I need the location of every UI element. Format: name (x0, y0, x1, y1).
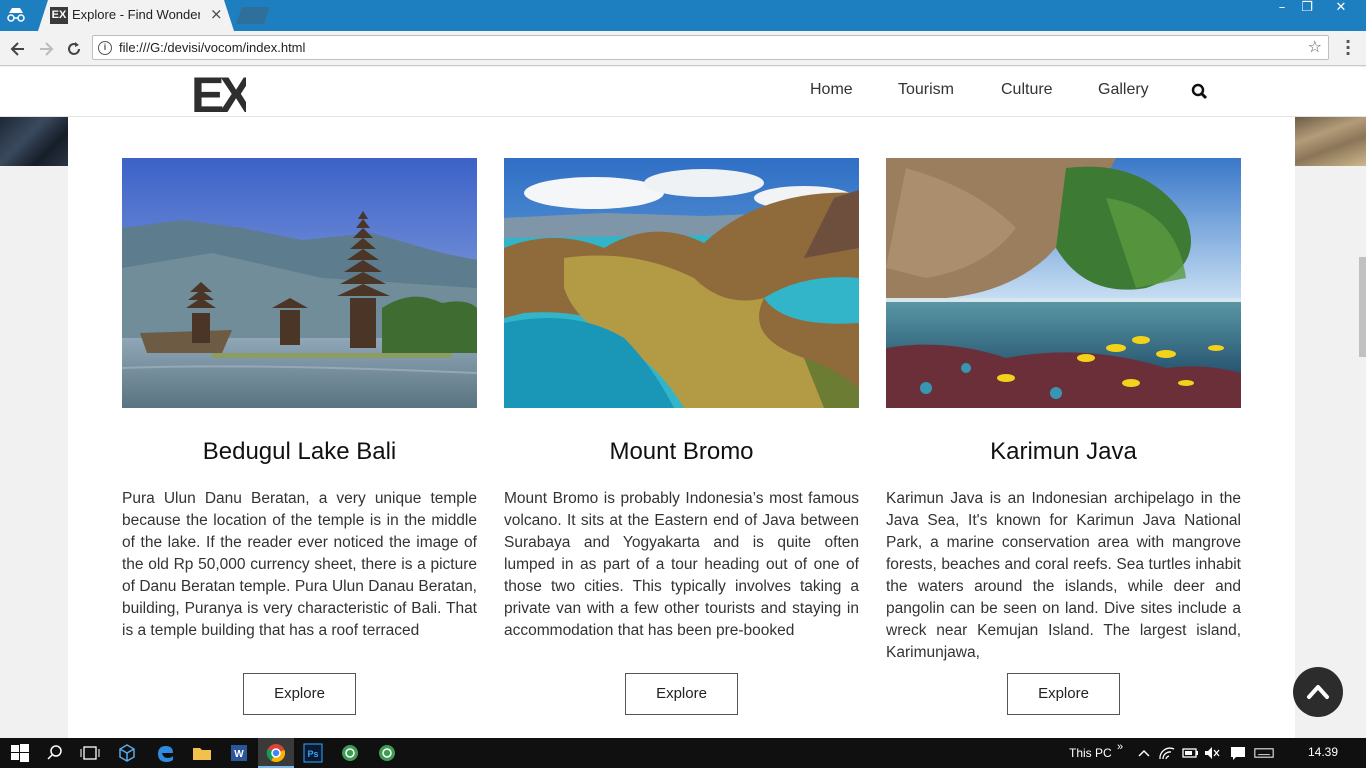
incognito-icon[interactable] (6, 7, 26, 23)
svg-text:W: W (234, 749, 244, 760)
card-title: Karimun Java (990, 438, 1137, 465)
this-pc-label[interactable]: This PC (1069, 746, 1112, 760)
info-icon[interactable]: i (98, 41, 112, 55)
destination-card: Karimun Java Karimun Java is an Indonesi… (886, 158, 1241, 664)
app-green-icon-2[interactable] (377, 743, 397, 763)
hero-image-left (0, 117, 68, 166)
word-icon[interactable]: W (229, 743, 249, 763)
search-taskbar-icon[interactable] (45, 743, 65, 763)
battery-icon[interactable] (1180, 743, 1200, 763)
card-title: Bedugul Lake Bali (202, 438, 397, 465)
back-to-top-button[interactable] (1293, 667, 1343, 717)
hero-image-right (1295, 117, 1366, 166)
photoshop-icon[interactable]: Ps (303, 743, 323, 763)
card-description: Karimun Java is an Indonesian archipelag… (886, 490, 1241, 661)
card-title: Mount Bromo (609, 438, 754, 465)
svg-text:Ps: Ps (307, 749, 318, 759)
search-icon[interactable] (1191, 83, 1208, 100)
notification-icon[interactable] (1228, 743, 1248, 763)
destination-card: Mount Bromo Mount Bromo is probably Indo… (504, 158, 859, 664)
tab-title[interactable]: Explore - Find Wonderful (72, 7, 200, 22)
task-view-icon[interactable] (80, 743, 100, 763)
close-window-button[interactable]: ✕ (1326, 0, 1356, 18)
url-text[interactable]: file:///G:/devisi/vocom/index.html (119, 40, 305, 55)
card-description: Mount Bromo is probably Indonesia’s most… (504, 490, 859, 639)
karimun-java-image[interactable] (886, 158, 1241, 408)
app-green-icon[interactable] (340, 743, 360, 763)
forward-icon[interactable] (36, 39, 56, 59)
nav-gallery[interactable]: Gallery (1098, 81, 1149, 99)
logo-text: EX (191, 70, 246, 115)
destination-card: Bedugul Lake Bali Pura Ulun Danu Beratan… (121, 158, 478, 664)
toolbar-expand-icon[interactable]: » (1117, 741, 1123, 753)
address-bar[interactable]: i file:///G:/devisi/vocom/index.html ☆ (92, 35, 1329, 60)
windows-taskbar: W Ps This PC » 14.39 (0, 738, 1366, 768)
site-navbar: EX Home Tourism Culture Gallery (0, 67, 1366, 117)
explore-button-bedugul[interactable]: Explore (243, 673, 356, 715)
nav-culture[interactable]: Culture (1001, 81, 1053, 99)
tab-close-icon[interactable]: × (210, 5, 223, 23)
nav-tourism[interactable]: Tourism (898, 81, 954, 99)
windows-icon[interactable] (10, 743, 30, 763)
file-explorer-icon[interactable] (192, 743, 212, 763)
tab-strip: EX Explore - Find Wonderful × – ❐ ✕ (0, 0, 1366, 31)
main-content: Bedugul Lake Bali Pura Ulun Danu Beratan… (68, 117, 1295, 738)
explore-button-bromo[interactable]: Explore (625, 673, 738, 715)
browser-toolbar: i file:///G:/devisi/vocom/index.html ☆ ·… (0, 31, 1366, 66)
clock-time[interactable]: 14.39 (1308, 745, 1338, 759)
volume-muted-icon[interactable] (1202, 743, 1222, 763)
card-description: Pura Ulun Danu Beratan, a very unique te… (122, 490, 477, 639)
network-icon[interactable] (1157, 743, 1177, 763)
nav-home[interactable]: Home (810, 81, 853, 99)
edge-icon[interactable] (155, 743, 175, 763)
tab-favicon: EX (50, 7, 68, 24)
chrome-icon[interactable] (266, 743, 286, 763)
menu-icon[interactable]: · · · (1343, 34, 1353, 62)
site-logo[interactable]: EX (191, 70, 246, 115)
mount-bromo-image[interactable] (504, 158, 859, 408)
new-tab-button[interactable] (236, 7, 270, 24)
scrollbar-thumb[interactable] (1359, 257, 1366, 357)
star-icon[interactable]: ☆ (1308, 37, 1322, 56)
page-viewport: EX Home Tourism Culture Gallery Bedugul … (0, 67, 1366, 738)
bedugul-lake-image[interactable] (121, 158, 478, 408)
restore-button[interactable]: ❐ (1292, 0, 1322, 18)
chevron-up-tray-icon[interactable] (1134, 743, 1154, 763)
reload-icon[interactable] (64, 39, 84, 59)
explore-button-karimun[interactable]: Explore (1007, 673, 1120, 715)
keyboard-icon[interactable] (1254, 743, 1274, 763)
3d-box-icon[interactable] (117, 743, 137, 763)
chevron-up-icon (1307, 685, 1329, 699)
back-icon[interactable] (8, 39, 28, 59)
